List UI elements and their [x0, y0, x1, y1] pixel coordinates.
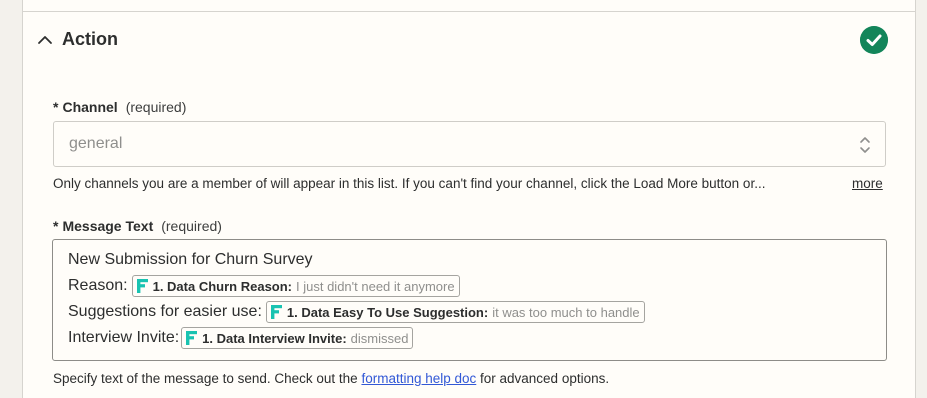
action-section-panel: Action * Channel (required) general Only c… [22, 11, 916, 398]
pill-value: dismissed [350, 330, 409, 346]
message-line-text: Reason: [68, 277, 128, 294]
message-line: New Submission for Churn Survey [68, 251, 313, 269]
message-line-text: Interview Invite: [68, 329, 180, 346]
message-label-text: Message Text [62, 218, 154, 234]
check-circle-icon [860, 26, 888, 54]
required-star: * [53, 218, 59, 234]
pill-label: 1. Data Churn Reason: [152, 278, 293, 294]
message-line: Suggestions for easier use: 1. Data Easy… [68, 301, 645, 323]
field-mapping-pill[interactable]: 1. Data Interview Invite: dismissed [181, 327, 414, 349]
forms-app-icon [136, 279, 148, 293]
forms-app-icon [270, 305, 282, 319]
formatting-help-link[interactable]: formatting help doc [361, 371, 476, 386]
forms-app-icon [186, 331, 198, 345]
action-section-header[interactable]: Action [23, 12, 915, 68]
message-line-text: Suggestions for easier use: [68, 303, 262, 320]
sort-updown-icon [860, 137, 870, 153]
required-note: (required) [125, 99, 187, 115]
pill-label: 1. Data Easy To Use Suggestion: [286, 304, 489, 320]
pill-value: it was too much to handle [492, 304, 640, 320]
message-line-text: New Submission for Churn Survey [68, 251, 313, 268]
message-line: Reason: 1. Data Churn Reason: I just did… [68, 275, 460, 297]
section-title: Action [62, 29, 118, 49]
chevron-up-icon[interactable] [37, 32, 53, 48]
message-hint: Specify text of the message to send. Che… [53, 371, 609, 386]
message-hint-prefix: Specify text of the message to send. Che… [53, 371, 362, 386]
pill-value: I just didn't need it anymore [296, 278, 455, 294]
more-link[interactable]: more [852, 176, 883, 191]
message-field-label: * Message Text (required) [53, 218, 222, 234]
message-hint-suffix: for advanced options. [476, 371, 610, 386]
message-line: Interview Invite: 1. Data Interview Invi… [68, 327, 414, 349]
channel-select-value: general [69, 135, 123, 152]
channel-label-text: Channel [62, 99, 118, 115]
required-note: (required) [161, 218, 222, 234]
field-mapping-pill[interactable]: 1. Data Easy To Use Suggestion: it was t… [265, 301, 645, 323]
channel-field-label: * Channel (required) [53, 99, 186, 115]
pill-label: 1. Data Interview Invite: [202, 330, 347, 346]
channel-hint: Only channels you are a member of will a… [53, 176, 766, 191]
channel-select[interactable]: general [53, 121, 886, 167]
message-text-input[interactable]: New Submission for Churn Survey Reason: … [52, 239, 887, 361]
field-mapping-pill[interactable]: 1. Data Churn Reason: I just didn't need… [131, 275, 460, 297]
required-star: * [53, 99, 59, 115]
